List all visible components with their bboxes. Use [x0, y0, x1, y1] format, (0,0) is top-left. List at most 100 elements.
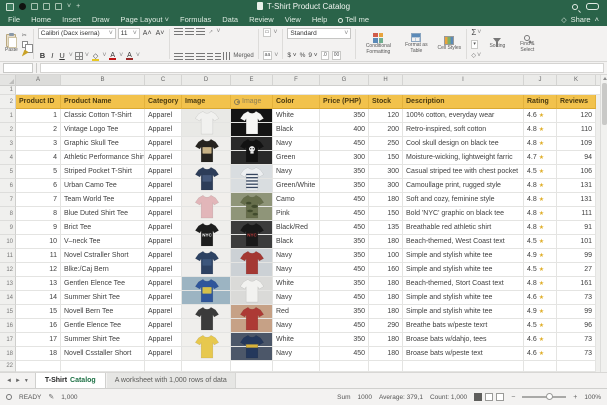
table-header-description[interactable]: Description: [403, 95, 524, 109]
cell-img_d[interactable]: [182, 137, 231, 151]
cell-description[interactable]: Beach-themed, West Coast text: [403, 235, 524, 249]
cell-name[interactable]: Graphic Skull Tee: [61, 137, 145, 151]
row-number[interactable]: 18: [0, 347, 16, 361]
cell-color[interactable]: Navy: [273, 347, 320, 361]
highlight-color-icon[interactable]: A: [125, 52, 134, 59]
cell-reviews[interactable]: 73: [557, 291, 596, 305]
cell-price[interactable]: 450: [320, 319, 369, 333]
cell-img_e[interactable]: [231, 333, 273, 347]
cell-reviews[interactable]: 73: [557, 333, 596, 347]
cell[interactable]: [524, 361, 557, 372]
cell-name[interactable]: Vintage Logo Tee: [61, 123, 145, 137]
increase-decimal-icon[interactable]: .0: [321, 51, 329, 60]
row-number[interactable]: 1: [0, 109, 16, 123]
row-number[interactable]: 13: [0, 277, 16, 291]
cell-description[interactable]: Soft and cozy, feminine style: [403, 193, 524, 207]
paste-button[interactable]: Paste: [4, 33, 19, 55]
cell-id[interactable]: 4: [16, 151, 61, 165]
cell-img_e[interactable]: [231, 263, 273, 277]
tab-file[interactable]: File: [8, 15, 20, 24]
cell-reviews[interactable]: 120: [557, 109, 596, 123]
cell-color[interactable]: Navy: [273, 263, 320, 277]
cell-reviews[interactable]: 94: [557, 151, 596, 165]
tab-formulas[interactable]: Formulas: [180, 15, 211, 24]
cell-description[interactable]: Beach-themed, Stort Coast text: [403, 277, 524, 291]
column-header-C[interactable]: C: [145, 75, 182, 85]
table-header-stock[interactable]: Stock: [369, 95, 403, 109]
cell-img_e[interactable]: [231, 221, 273, 235]
row-number[interactable]: 8: [0, 207, 16, 221]
tab-draw[interactable]: Draw: [92, 15, 110, 24]
cell-name[interactable]: Novell Bern Tee: [61, 305, 145, 319]
cell-id[interactable]: 10: [16, 235, 61, 249]
cell-description[interactable]: Simple and stylish white tee: [403, 291, 524, 305]
row-number[interactable]: 4: [0, 151, 16, 165]
conditional-formatting-button[interactable]: Conditional Formatting: [360, 32, 396, 57]
cell-img_d[interactable]: [182, 291, 231, 305]
column-header-E[interactable]: E: [231, 75, 273, 85]
cell-category[interactable]: Apparel: [145, 151, 182, 165]
cell-id[interactable]: 17: [16, 333, 61, 347]
decrease-indent-icon[interactable]: [207, 53, 213, 60]
cell-id[interactable]: 11: [16, 249, 61, 263]
cell-img_d[interactable]: [182, 347, 231, 361]
cell-category[interactable]: Apparel: [145, 193, 182, 207]
normal-view-icon[interactable]: [474, 393, 482, 401]
cell-reviews[interactable]: 161: [557, 277, 596, 291]
cell-rating[interactable]: 4.6★: [524, 333, 557, 347]
table-header-id[interactable]: Product ID: [16, 95, 61, 109]
cell-rating[interactable]: 4.8★: [524, 179, 557, 193]
cell-img_e[interactable]: [231, 249, 273, 263]
row-number[interactable]: 12: [0, 263, 16, 277]
cell-id[interactable]: 16: [16, 319, 61, 333]
cell-category[interactable]: Apparel: [145, 333, 182, 347]
row-number[interactable]: 16: [0, 319, 16, 333]
clear-icon[interactable]: ◇˅: [471, 51, 481, 60]
cut-icon[interactable]: ✂: [22, 31, 29, 40]
cell-rating[interactable]: 4.5★: [524, 319, 557, 333]
cell[interactable]: [557, 361, 596, 372]
collapse-ribbon-icon[interactable]: ˄: [595, 15, 599, 24]
cell-img_e[interactable]: [231, 137, 273, 151]
borders-icon[interactable]: [75, 52, 83, 60]
cell-id[interactable]: 15: [16, 305, 61, 319]
percent-icon[interactable]: %: [300, 52, 306, 59]
zoom-knob[interactable]: [546, 393, 553, 400]
row-number[interactable]: 15: [0, 305, 16, 319]
cell-rating[interactable]: 4.5★: [524, 165, 557, 179]
cell-category[interactable]: Apparel: [145, 263, 182, 277]
cell-category[interactable]: Apparel: [145, 249, 182, 263]
currency-icon[interactable]: $ ˅: [287, 52, 296, 59]
table-header-color[interactable]: Color: [273, 95, 320, 109]
cell-img_d[interactable]: [182, 151, 231, 165]
cell-price[interactable]: 400: [320, 123, 369, 137]
cell-name[interactable]: Athletic Performance Shirt: [61, 151, 145, 165]
cell-price[interactable]: 300: [320, 151, 369, 165]
fill-color-icon[interactable]: ◇: [91, 52, 100, 60]
cell-name[interactable]: Striped Pocket T-Shirt: [61, 165, 145, 179]
cell-price[interactable]: 350: [320, 179, 369, 193]
row-number[interactable]: 10: [0, 235, 16, 249]
cell-rating[interactable]: 4.8★: [524, 277, 557, 291]
underline-button[interactable]: U: [57, 51, 66, 60]
font-size-select[interactable]: 11˅: [118, 28, 140, 39]
row-number[interactable]: 3: [0, 137, 16, 151]
row-number[interactable]: 22: [0, 361, 16, 372]
cell-reviews[interactable]: 131: [557, 193, 596, 207]
cell-color[interactable]: Navy: [273, 319, 320, 333]
cell-stock[interactable]: 180: [369, 305, 403, 319]
cell-category[interactable]: Apparel: [145, 137, 182, 151]
vertical-scrollbar[interactable]: [600, 75, 607, 372]
cell-name[interactable]: Team World Tee: [61, 193, 145, 207]
cell-price[interactable]: 350: [320, 333, 369, 347]
cell-img_e[interactable]: [231, 109, 273, 123]
cell-color[interactable]: Black: [273, 235, 320, 249]
cell-price[interactable]: 350: [320, 109, 369, 123]
cell-price[interactable]: 450: [320, 263, 369, 277]
cell-price[interactable]: 450: [320, 137, 369, 151]
select-all-corner[interactable]: [0, 75, 16, 85]
column-header-J[interactable]: J: [524, 75, 557, 85]
cell-name[interactable]: V–neck Tee: [61, 235, 145, 249]
cell-stock[interactable]: 180: [369, 291, 403, 305]
align-center-icon[interactable]: [185, 53, 194, 60]
